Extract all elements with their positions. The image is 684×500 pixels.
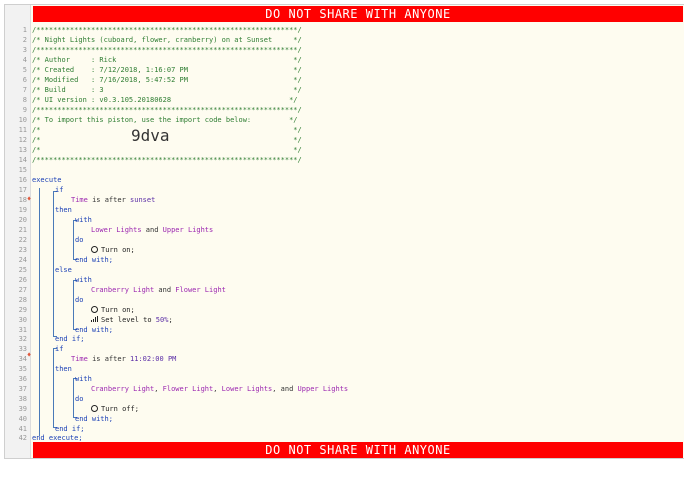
line-number: 17 <box>18 186 27 194</box>
command-turn-on[interactable]: Turn on; <box>91 305 135 315</box>
line-number: 16 <box>18 176 27 184</box>
line-number: 27 <box>18 286 27 294</box>
do-keyword[interactable]: do <box>75 394 83 404</box>
line-number: 42 <box>18 434 27 442</box>
then-keyword[interactable]: then <box>55 364 72 374</box>
line-number: 10 <box>18 116 27 124</box>
command-turn-off[interactable]: Turn off; <box>91 404 139 414</box>
with-block-bracket <box>73 220 74 260</box>
line-number: 11 <box>18 126 27 134</box>
comment-line: /* Night Lights (cuboard, flower, cranbe… <box>32 36 302 44</box>
line-number: 19 <box>18 206 27 214</box>
with-block-bracket <box>73 378 74 418</box>
execute-block-bracket <box>39 188 40 436</box>
line-number: 20 <box>18 216 27 224</box>
comment-line: /***************************************… <box>32 26 302 34</box>
then-keyword[interactable]: then <box>55 205 72 215</box>
line-number: 8 <box>22 96 27 104</box>
line-number: 34 <box>18 355 27 363</box>
execute-keyword[interactable]: execute <box>32 175 62 185</box>
line-number: 23 <box>18 246 27 254</box>
if-keyword[interactable]: if <box>55 344 63 354</box>
line-number: 29 <box>18 306 27 314</box>
line-number: 25 <box>18 266 27 274</box>
line-number: 36 <box>18 375 27 383</box>
line-number: 28 <box>18 296 27 304</box>
line-number: 33 <box>18 345 27 353</box>
signal-bars-icon <box>91 316 98 322</box>
line-number: 40 <box>18 415 27 423</box>
line-number: 18 <box>18 196 27 204</box>
command-turn-on[interactable]: Turn on; <box>91 245 135 255</box>
comment-line: /* UI version : v0.3.105.20180628 */ <box>32 96 298 104</box>
code-editor: 1 2 3 4 5 6 7 8 9 10 11 12 13 14 15 16 17 18 19 20 21 22 23 24 2… <box>4 4 684 459</box>
line-number: 35 <box>18 365 27 373</box>
line-gutter: 1 2 3 4 5 6 7 8 9 10 11 12 13 14 15 16 17 18 19 20 21 22 23 24 2… <box>5 5 31 458</box>
with-keyword[interactable]: with <box>75 275 92 285</box>
command-set-level[interactable]: Set level to 50%; <box>91 315 173 325</box>
if-block-bracket <box>53 191 54 337</box>
comment-line: /* Modified : 7/16/2018, 5:47:52 PM */ <box>32 76 302 84</box>
breakpoint-icon[interactable]: ♦ <box>27 350 33 360</box>
device-list[interactable]: Cranberry Light, Flower Light, Lower Lig… <box>91 384 348 394</box>
line-number: 13 <box>18 146 27 154</box>
breakpoint-icon[interactable]: ♦ <box>27 194 33 204</box>
line-number: 32 <box>18 335 27 343</box>
do-keyword[interactable]: do <box>75 295 83 305</box>
line-number: 4 <box>22 56 27 64</box>
line-number: 37 <box>18 385 27 393</box>
comment-line: /* Author : Rick */ <box>32 56 302 64</box>
device-list[interactable]: Cranberry Light and Flower Light <box>91 285 226 295</box>
comment-line: /* Build : 3 */ <box>32 86 302 94</box>
import-code: 9dva <box>131 126 170 145</box>
power-icon <box>91 404 98 412</box>
with-keyword[interactable]: with <box>75 374 92 384</box>
line-number: 12 <box>18 136 27 144</box>
warning-banner-top: DO NOT SHARE WITH ANYONE <box>33 6 683 22</box>
line-number: 7 <box>22 86 27 94</box>
line-number: 38 <box>18 395 27 403</box>
line-number: 14 <box>18 156 27 164</box>
comment-line: /***************************************… <box>32 46 302 54</box>
line-number: 3 <box>22 46 27 54</box>
do-keyword[interactable]: do <box>75 235 83 245</box>
line-number: 30 <box>18 316 27 324</box>
line-number: 24 <box>18 256 27 264</box>
value-sunset: sunset <box>130 196 156 204</box>
condition[interactable]: Time is after 11:02:00 PM <box>71 354 176 364</box>
line-number: 1 <box>22 26 27 34</box>
device-list[interactable]: Lower Lights and Upper Lights <box>91 225 213 235</box>
else-keyword[interactable]: else <box>55 265 72 275</box>
power-icon <box>91 245 98 253</box>
line-number: 9 <box>22 106 27 114</box>
line-number: 26 <box>18 276 27 284</box>
line-number: 6 <box>22 76 27 84</box>
line-number: 22 <box>18 236 27 244</box>
comment-line: /* To import this piston, use the import… <box>32 116 298 124</box>
comment-line: /***************************************… <box>32 106 302 114</box>
warning-banner-bottom: DO NOT SHARE WITH ANYONE <box>33 442 683 458</box>
with-block-bracket <box>73 280 74 330</box>
comment-line: /***************************************… <box>32 156 302 164</box>
condition[interactable]: Time is after sunset <box>71 195 155 205</box>
comment-line: /* */ <box>32 146 302 154</box>
power-icon <box>91 305 98 313</box>
if-block-bracket <box>53 348 54 428</box>
attribute-time: Time <box>71 196 88 204</box>
with-keyword[interactable]: with <box>75 215 92 225</box>
if-keyword[interactable]: if <box>55 185 63 195</box>
comment-line: /* Created : 7/12/2018, 1:16:07 PM */ <box>32 66 302 74</box>
end-with-keyword[interactable]: end with; <box>75 255 113 265</box>
end-if-keyword[interactable]: end if; <box>55 334 85 344</box>
line-number: 21 <box>18 226 27 234</box>
line-number: 39 <box>18 405 27 413</box>
line-number: 5 <box>22 66 27 74</box>
end-with-keyword[interactable]: end with; <box>75 414 113 424</box>
line-number: 2 <box>22 36 27 44</box>
line-number: 15 <box>18 166 27 174</box>
